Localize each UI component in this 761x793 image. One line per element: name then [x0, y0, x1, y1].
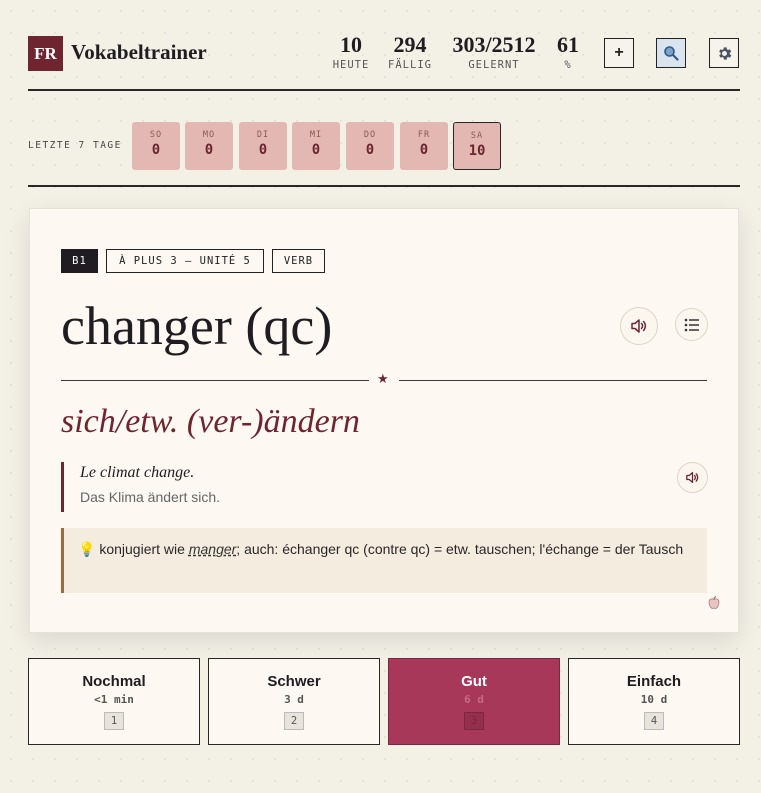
search-icon — [664, 46, 679, 61]
stat-today-label: HEUTE — [332, 59, 370, 71]
plus-icon: + — [614, 44, 624, 61]
day-name: FR — [417, 130, 431, 140]
translation: sich/etw. (ver-)ändern — [61, 403, 360, 440]
answer-label: Schwer — [267, 673, 321, 690]
add-button[interactable]: + — [604, 38, 634, 68]
stat-learned-value: 303/2512 — [452, 32, 536, 57]
divider-line-right — [399, 380, 707, 381]
gear-icon — [718, 46, 731, 60]
day-count: 0 — [419, 142, 429, 158]
answer-shortcut-key: 2 — [284, 712, 304, 730]
unit-tag: À PLUS 3 – UNITÉ 5 — [106, 249, 264, 273]
note-suffix: ; auch: échanger qc (contre qc) = etw. t… — [236, 541, 684, 557]
history-label: LETZTE 7 TAGE — [28, 140, 122, 151]
answer-interval: <1 min — [94, 693, 134, 706]
history-divider — [28, 185, 740, 187]
day-name: MI — [309, 130, 323, 140]
settings-button[interactable] — [709, 38, 739, 68]
day-name: SO — [149, 130, 163, 140]
vocab-word: changer (qc) — [61, 296, 333, 356]
day-tile: DI 0 — [239, 122, 287, 170]
day-count: 0 — [311, 142, 321, 158]
answer-good-button[interactable]: Gut 6 d 3 — [388, 658, 560, 745]
day-tile: FR 0 — [400, 122, 448, 170]
flashcard: B1 À PLUS 3 – UNITÉ 5 VERB changer (qc) … — [29, 208, 739, 633]
day-name: SA — [470, 131, 484, 141]
stat-percent-value: 61 — [557, 32, 579, 57]
stat-today-value: 10 — [340, 32, 362, 57]
header-divider — [28, 89, 740, 91]
answer-shortcut-key: 3 — [464, 712, 484, 730]
example-german: Das Klima ändert sich. — [80, 489, 221, 505]
example-french: Le climat change. — [80, 464, 195, 481]
stat-due: 294 FÄLLIG — [384, 32, 436, 72]
stat-percent-label: % — [564, 59, 572, 71]
day-count: 0 — [258, 142, 268, 158]
stat-percent: 61 % — [550, 32, 586, 72]
word-type-tag: VERB — [272, 249, 325, 273]
answer-hard-button[interactable]: Schwer 3 d 2 — [208, 658, 380, 745]
lightbulb-icon: 💡 — [78, 541, 96, 557]
speaker-icon — [686, 471, 699, 484]
day-tile-today: SA 10 — [453, 122, 501, 170]
day-tile: MO 0 — [185, 122, 233, 170]
day-tile: SO 0 — [132, 122, 180, 170]
stat-due-label: FÄLLIG — [388, 59, 432, 71]
answer-label: Einfach — [626, 673, 682, 690]
details-list-button[interactable] — [675, 308, 708, 341]
answer-label: Gut — [461, 673, 487, 690]
star-icon: ★ — [377, 371, 389, 386]
day-tile: MI 0 — [292, 122, 340, 170]
stat-due-value: 294 — [393, 32, 427, 57]
speaker-icon — [631, 319, 646, 333]
stat-learned: 303/2512 GELERNT — [446, 32, 542, 72]
day-name: DI — [256, 130, 270, 140]
answer-shortcut-key: 4 — [644, 712, 664, 730]
day-count: 0 — [365, 142, 375, 158]
day-name: MO — [202, 130, 216, 140]
level-tag: B1 — [61, 249, 98, 273]
example-block: Le climat change. Das Klima ändert sich. — [61, 462, 707, 512]
answer-interval: 3 d — [284, 693, 304, 706]
conjugation-link[interactable]: manger — [189, 541, 236, 557]
stat-learned-label: GELERNT — [468, 59, 520, 71]
app-logo: FR — [28, 36, 63, 71]
search-button[interactable] — [656, 38, 686, 68]
grammar-note: 💡 konjugiert wie manger; auch: échanger … — [61, 528, 707, 593]
answer-easy-button[interactable]: Einfach 10 d 4 — [568, 658, 740, 745]
note-prefix: konjugiert wie — [99, 541, 185, 557]
answer-label: Nochmal — [82, 673, 146, 690]
answer-again-button[interactable]: Nochmal <1 min 1 — [28, 658, 200, 745]
day-count: 0 — [204, 142, 214, 158]
day-count: 10 — [468, 143, 486, 159]
answer-interval: 10 d — [640, 693, 668, 706]
speak-word-button[interactable] — [620, 307, 658, 345]
app-title: Vokabeltrainer — [71, 40, 207, 64]
answer-interval: 6 d — [464, 693, 484, 706]
stat-today: 10 HEUTE — [325, 32, 377, 72]
day-tile: DO 0 — [346, 122, 394, 170]
divider-line-left — [61, 380, 369, 381]
speak-example-button[interactable] — [677, 462, 708, 493]
list-icon — [684, 318, 699, 331]
app-header: FR Vokabeltrainer 10 HEUTE 294 FÄLLIG 30… — [28, 34, 740, 74]
day-count: 0 — [151, 142, 161, 158]
apple-icon — [708, 596, 720, 609]
day-name: DO — [363, 130, 377, 140]
answer-shortcut-key: 1 — [104, 712, 124, 730]
